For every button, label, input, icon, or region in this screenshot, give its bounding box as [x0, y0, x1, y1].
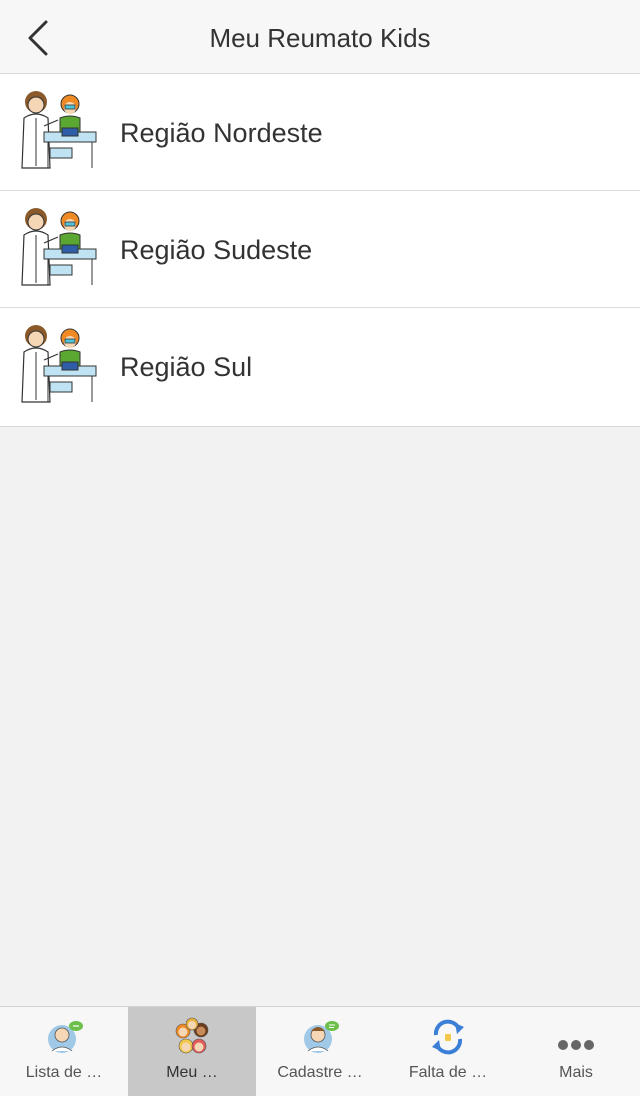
tab-label: Mais	[559, 1064, 593, 1081]
page-title: Meu Reumato Kids	[209, 23, 431, 53]
tab-label: Falta de …	[408, 1064, 488, 1081]
tab-falta-de[interactable]: Falta de …	[384, 1007, 512, 1096]
region-list: Região Nordeste Região Sudeste Região Su…	[0, 74, 640, 427]
list-item-regiao-sul[interactable]: Região Sul	[0, 308, 640, 426]
tab-lista-de[interactable]: Lista de …	[0, 1007, 128, 1096]
tab-meu[interactable]: Meu …	[128, 1007, 256, 1096]
refresh-icon	[432, 1019, 464, 1055]
list-item-label: Região Nordeste	[120, 118, 323, 148]
list-item-label: Região Sudeste	[120, 235, 313, 265]
kids-group-icon	[175, 1017, 209, 1054]
doctor-child-icon	[21, 325, 97, 403]
tab-bar: Lista de … Meu … Cadastre … Falta de … M…	[0, 1006, 640, 1096]
header-bar: Meu Reumato Kids	[0, 0, 640, 74]
list-item-regiao-sudeste[interactable]: Região Sudeste	[0, 191, 640, 308]
tab-label: Lista de …	[25, 1064, 103, 1081]
list-item-regiao-nordeste[interactable]: Região Nordeste	[0, 74, 640, 191]
tab-label: Meu …	[166, 1064, 218, 1081]
tab-mais[interactable]: Mais	[512, 1007, 640, 1096]
doctor-child-icon	[21, 208, 97, 286]
tab-label: Cadastre …	[277, 1064, 363, 1081]
doctor-child-icon	[21, 91, 97, 169]
more-icon	[558, 1040, 594, 1050]
doctor-chat-icon	[48, 1021, 83, 1053]
register-icon	[304, 1021, 339, 1053]
list-item-label: Região Sul	[120, 352, 253, 382]
tab-cadastre[interactable]: Cadastre …	[256, 1007, 384, 1096]
